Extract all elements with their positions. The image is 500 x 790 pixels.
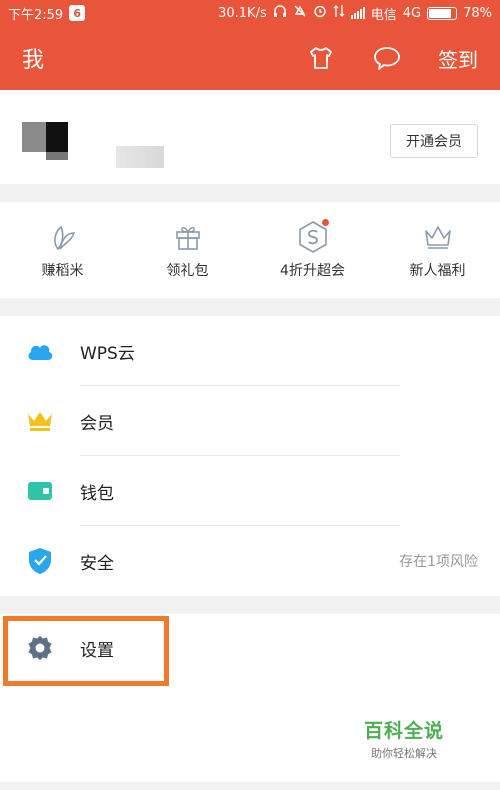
open-vip-button[interactable]: 开通会员 xyxy=(390,124,478,158)
watermark-logo: 百科全说 助你轻松解决 xyxy=(364,716,444,761)
quick-action-gift[interactable]: 领礼包 xyxy=(125,202,250,298)
wallet-icon xyxy=(0,480,80,502)
menu-item-member[interactable]: 会员 xyxy=(0,386,500,456)
cloud-icon xyxy=(0,340,80,362)
data-transfer-icon xyxy=(333,4,345,22)
signal-icon xyxy=(350,7,365,19)
shield-icon xyxy=(0,546,80,576)
quick-action-label: 4折升超会 xyxy=(280,263,345,279)
battery-percent: 78% xyxy=(463,5,492,21)
quick-actions: 赚稻米 领礼包 4折升超会 新人福利 xyxy=(0,202,500,298)
username-blurred xyxy=(116,146,164,168)
menu-item-wps-cloud[interactable]: WPS云 xyxy=(0,316,500,386)
highlight-box xyxy=(3,616,169,686)
security-risk-status: 存在1项风险 xyxy=(399,554,478,570)
watermark-title: 百科全说 xyxy=(364,720,445,742)
top-bar: 下午2:59 6 30.1K/s 电信 4G 78% 我 签到 xyxy=(0,0,500,90)
gift-icon xyxy=(171,220,205,254)
quick-action-label: 领礼包 xyxy=(166,263,209,279)
app-notification-icon: 6 xyxy=(69,5,86,21)
page-title: 我 xyxy=(22,48,45,73)
menu-item-security[interactable]: 安全 存在1项风险 xyxy=(0,526,500,596)
leaf-icon xyxy=(46,220,80,254)
profile-card[interactable]: 开通会员 xyxy=(0,90,500,184)
quick-action-label: 赚稻米 xyxy=(41,263,84,279)
network-type: 4G xyxy=(402,5,422,21)
chat-bubble-icon[interactable] xyxy=(372,43,402,73)
quick-action-label: 新人福利 xyxy=(409,263,466,279)
quick-action-newcomer[interactable]: 新人福利 xyxy=(375,202,500,298)
crown-icon xyxy=(0,410,80,432)
carrier-label: 电信 xyxy=(370,7,397,23)
app-header: 我 签到 xyxy=(0,26,500,90)
tshirt-icon[interactable] xyxy=(306,43,336,73)
crown-outline-icon xyxy=(421,220,455,254)
menu-item-label: 安全 xyxy=(80,553,114,574)
sign-in-button[interactable]: 签到 xyxy=(438,44,478,73)
avatar[interactable] xyxy=(22,122,70,162)
status-time: 下午2:59 xyxy=(8,7,64,23)
network-speed: 30.1K/s xyxy=(218,5,267,21)
menu-item-label: 会员 xyxy=(80,413,114,434)
quick-action-earn-rice[interactable]: 赚稻米 xyxy=(0,202,125,298)
watermark-subtitle: 助你轻松解决 xyxy=(371,747,437,760)
status-bar: 下午2:59 6 30.1K/s 电信 4G 78% xyxy=(0,0,500,26)
menu-item-wallet[interactable]: 钱包 xyxy=(0,456,500,526)
menu-item-label: 钱包 xyxy=(80,483,114,504)
notification-dot xyxy=(321,219,329,226)
hexagon-s-icon xyxy=(296,219,330,254)
menu-list: WPS云 会员 钱包 安全 存在1项风险 xyxy=(0,316,500,596)
headset-icon xyxy=(273,4,287,22)
settings-section: 设置 xyxy=(0,614,500,686)
alarm-icon xyxy=(313,4,327,22)
menu-item-label: WPS云 xyxy=(80,343,135,364)
battery-icon xyxy=(427,6,458,20)
quick-action-upgrade-super[interactable]: 4折升超会 xyxy=(250,202,375,298)
mute-icon xyxy=(293,4,307,22)
